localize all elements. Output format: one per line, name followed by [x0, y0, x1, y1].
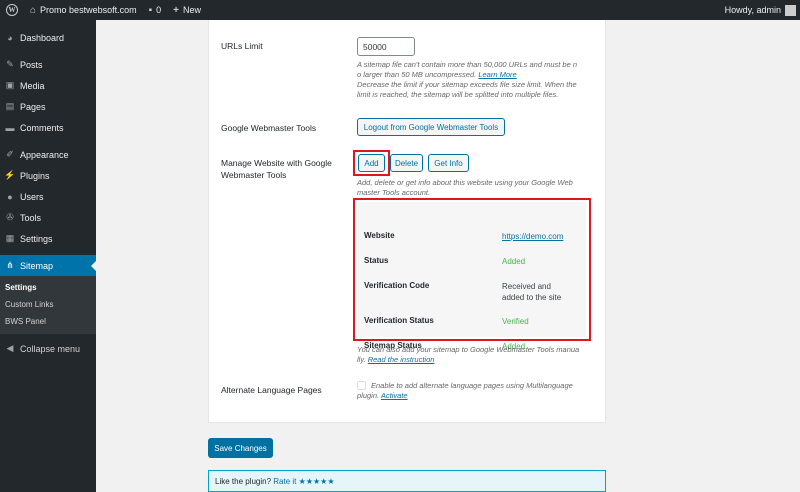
submenu-settings[interactable]: Settings [0, 279, 96, 296]
add-button[interactable]: Add [358, 154, 385, 172]
brush-icon: ✐ [6, 149, 14, 159]
submenu-custom-links[interactable]: Custom Links [0, 296, 96, 313]
media-icon: ▣ [5, 80, 15, 90]
admin-bar: W ⌂ Promo bestwebsoft.com ▪ 0 + New Howd… [0, 0, 800, 20]
website-info-table: Website https://demo.com Status Added Ve… [357, 202, 586, 337]
settings-panel: URLs Limit 50000 A sitemap file can't co… [208, 20, 606, 423]
verification-code-value: Received and added to the site [502, 282, 562, 302]
my-account-menu[interactable]: Howdy, admin [719, 0, 800, 20]
save-changes-button[interactable]: Save Changes [208, 438, 273, 458]
pages-icon: ▤ [5, 101, 15, 111]
home-icon: ⌂ [30, 4, 37, 16]
comments-link[interactable]: ▪ 0 [143, 0, 168, 20]
comments-icon: ▬ [5, 122, 15, 133]
menu-label: Tools [20, 212, 42, 223]
menu-label: Pages [20, 101, 46, 112]
website-link[interactable]: https://demo.com [502, 231, 563, 242]
website-label: Website [364, 231, 395, 240]
pin-icon: ✎ [6, 59, 14, 69]
menu-posts[interactable]: ✎ Posts [0, 54, 96, 75]
collapse-menu-button[interactable]: ◀ Collapse menu [0, 338, 96, 359]
collapse-icon: ◀ [6, 343, 14, 353]
rate-it-link[interactable]: Rate it [273, 477, 296, 486]
new-label: New [183, 5, 202, 15]
admin-sidebar: ◕ Dashboard ✎ Posts ▣ Media ▤ Pages ▬ Co… [0, 20, 96, 492]
menu-label: Users [20, 191, 44, 202]
menu-label: Sitemap [20, 260, 54, 271]
menu-label: Comments [20, 122, 64, 133]
read-instruction-link[interactable]: Read the instruction [368, 355, 435, 364]
sitemap-icon: ⋔ [6, 260, 14, 270]
verification-status-label: Verification Status [364, 316, 434, 325]
menu-dashboard[interactable]: ◕ Dashboard [0, 27, 96, 48]
gwt-label: Google Webmaster Tools [221, 123, 317, 133]
menu-plugins[interactable]: ⚡ Plugins [0, 165, 96, 186]
rate-text: Like the plugin? [215, 477, 272, 486]
avatar [785, 4, 796, 16]
verification-status-value: Verified [502, 317, 529, 326]
manage-description: Add, delete or get info about this websi… [357, 178, 573, 197]
activate-link[interactable]: Activate [381, 391, 408, 400]
site-name: Promo bestwebsoft.com [40, 5, 137, 15]
menu-comments[interactable]: ▬ Comments [0, 117, 96, 138]
verification-code-label: Verification Code [364, 281, 430, 290]
urls-limit-input[interactable]: 50000 [357, 37, 415, 56]
menu-sitemap[interactable]: ⋔ Sitemap [0, 255, 96, 276]
learn-more-link[interactable]: Learn More [478, 70, 516, 79]
greeting: Howdy, admin [724, 5, 781, 15]
alternate-language-label: Alternate Language Pages [221, 385, 322, 395]
menu-label: Plugins [20, 170, 50, 181]
manual-add-description: You can also add your sitemap to Google … [357, 345, 580, 364]
site-name-link[interactable]: ⌂ Promo bestwebsoft.com [24, 0, 143, 20]
wordpress-logo-icon: W [6, 4, 18, 16]
logout-gwt-button[interactable]: Logout from Google Webmaster Tools [357, 118, 505, 136]
alternate-language-description: Enable to add alternate language pages u… [357, 381, 573, 400]
menu-label: Settings [20, 233, 53, 244]
comment-icon: ▪ [148, 4, 153, 16]
menu-pages[interactable]: ▤ Pages [0, 96, 96, 117]
rate-plugin-box: Like the plugin? Rate it ★★★★★ [208, 470, 606, 492]
settings-icon: ▦ [5, 233, 15, 243]
menu-media[interactable]: ▣ Media [0, 75, 96, 96]
menu-label: Media [20, 80, 45, 91]
get-info-button[interactable]: Get Info [428, 154, 469, 172]
wrench-icon: ✇ [6, 212, 14, 222]
status-label: Status [364, 256, 389, 265]
menu-settings[interactable]: ▦ Settings [0, 228, 96, 249]
delete-button[interactable]: Delete [390, 154, 423, 172]
sitemap-submenu: Settings Custom Links BWS Panel [0, 276, 96, 334]
wordpress-logo-menu[interactable]: W [0, 0, 24, 20]
urls-limit-description: A sitemap file can't contain more than 5… [357, 60, 578, 99]
manage-website-label: Manage Website with Google Webmaster Too… [221, 158, 332, 180]
star-rating-icon[interactable]: ★★★★★ [299, 477, 335, 486]
menu-label: Appearance [20, 149, 69, 160]
menu-label: Posts [20, 59, 43, 70]
collapse-label: Collapse menu [20, 343, 81, 354]
new-content-link[interactable]: + New [167, 0, 207, 20]
comments-count: 0 [156, 5, 162, 15]
submenu-bws-panel[interactable]: BWS Panel [0, 313, 96, 330]
menu-tools[interactable]: ✇ Tools [0, 207, 96, 228]
users-icon: ● [7, 191, 13, 202]
urls-limit-label: URLs Limit [221, 41, 263, 51]
dashboard-icon: ◕ [7, 32, 13, 43]
status-value: Added [502, 257, 526, 266]
menu-users[interactable]: ● Users [0, 186, 96, 207]
plus-icon: + [173, 4, 179, 16]
menu-appearance[interactable]: ✐ Appearance [0, 144, 96, 165]
menu-label: Dashboard [20, 32, 65, 43]
plugin-icon: ⚡ [4, 170, 16, 180]
